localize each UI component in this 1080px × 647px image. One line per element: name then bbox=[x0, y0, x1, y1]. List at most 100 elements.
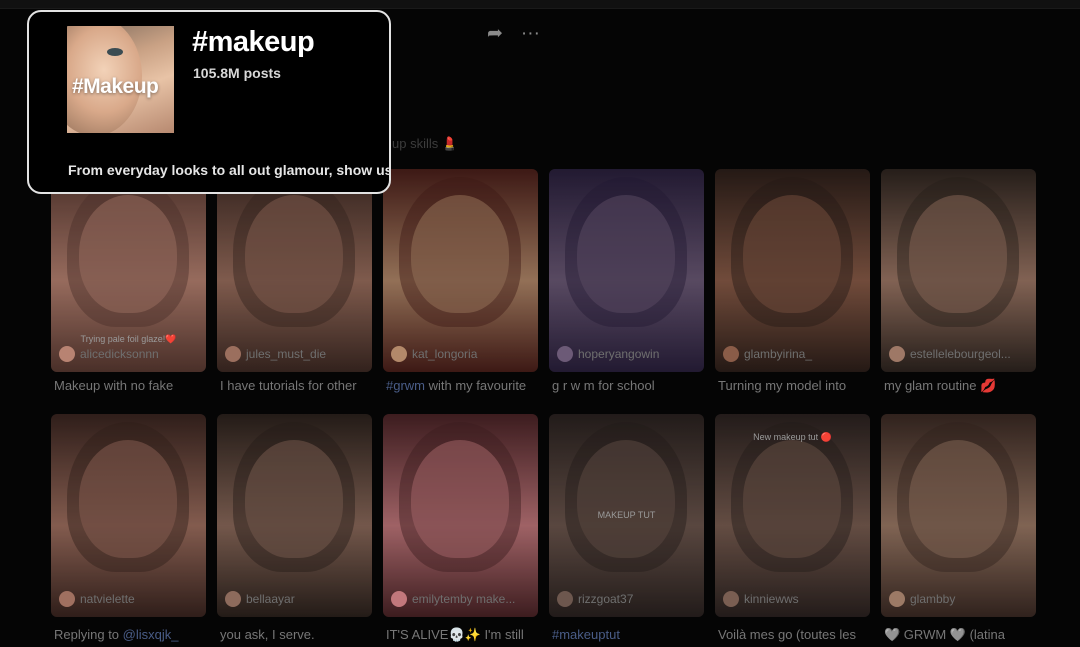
video-item[interactable]: glambyirina_ Turning my model into bbox=[715, 169, 870, 417]
video-item[interactable]: jules_must_die I have tutorials for other bbox=[217, 169, 372, 417]
author-avatar bbox=[557, 591, 573, 607]
thumbnail-dim-overlay bbox=[383, 169, 538, 372]
video-caption[interactable]: you ask, I serve. bbox=[220, 627, 375, 642]
hashtag-description: From everyday looks to all out glamour, … bbox=[68, 162, 391, 178]
video-author[interactable]: emilytemby make... bbox=[391, 591, 515, 607]
caption-text: Voilà mes go (toutes les bbox=[718, 627, 857, 642]
video-item[interactable]: MAKEUP TUT rizzgoat37 #makeuptut bbox=[549, 414, 707, 647]
author-avatar bbox=[391, 591, 407, 607]
author-avatar bbox=[225, 346, 241, 362]
hashtag-preview-card[interactable]: #Makeup #makeup 105.8M posts From everyd… bbox=[27, 10, 391, 194]
video-item[interactable]: natvielette Replying to @lisxqjk_ bbox=[51, 414, 209, 647]
author-avatar bbox=[59, 346, 75, 362]
video-author[interactable]: natvielette bbox=[59, 591, 135, 607]
video-author[interactable]: bellaayar bbox=[225, 591, 295, 607]
thumbnail-dim-overlay bbox=[217, 169, 372, 372]
video-caption[interactable]: Replying to @lisxqjk_ bbox=[54, 627, 209, 642]
share-icon[interactable]: ➦ bbox=[487, 24, 503, 44]
thumbnail-dim-overlay bbox=[549, 169, 704, 372]
author-avatar bbox=[59, 591, 75, 607]
caption-text: Turning my model into bbox=[718, 378, 847, 393]
video-author[interactable]: alicedicksonnn bbox=[59, 346, 159, 362]
video-author[interactable]: glambyirina_ bbox=[723, 346, 812, 362]
author-avatar bbox=[225, 591, 241, 607]
video-author[interactable]: jules_must_die bbox=[225, 346, 326, 362]
caption-text: Makeup with no fake bbox=[54, 378, 174, 393]
video-thumbnail[interactable]: Trying pale foil glaze!❤️ alicedicksonnn bbox=[51, 169, 206, 372]
video-thumbnail[interactable]: hoperyangowin bbox=[549, 169, 704, 372]
video-caption[interactable]: 🩶 GRWM 🩶 (latina bbox=[884, 627, 1039, 643]
video-item[interactable]: glambby 🩶 GRWM 🩶 (latina bbox=[881, 414, 1039, 647]
video-overlay-text: Trying pale foil glaze!❤️ bbox=[80, 334, 177, 344]
video-overlay-text: MAKEUP TUT bbox=[597, 510, 656, 520]
video-caption[interactable]: I have tutorials for other bbox=[220, 378, 375, 393]
video-caption[interactable]: #makeuptut bbox=[552, 627, 707, 642]
video-caption[interactable]: Voilà mes go (toutes les bbox=[718, 627, 873, 642]
video-author[interactable]: kat_longoria bbox=[391, 346, 477, 362]
video-author[interactable]: hoperyangowin bbox=[557, 346, 659, 362]
video-thumbnail[interactable]: MAKEUP TUT rizzgoat37 bbox=[549, 414, 704, 617]
video-author[interactable]: glambby bbox=[889, 591, 955, 607]
video-thumbnail[interactable]: bellaayar bbox=[217, 414, 372, 617]
thumbnail-dim-overlay bbox=[881, 169, 1036, 372]
author-name: glambby bbox=[910, 592, 956, 606]
author-avatar bbox=[723, 591, 739, 607]
author-avatar bbox=[889, 591, 905, 607]
video-author[interactable]: estellelebourgeol... bbox=[889, 346, 1011, 362]
video-item[interactable]: Trying pale foil glaze!❤️ alicedicksonnn M… bbox=[51, 169, 206, 417]
top-bar bbox=[0, 0, 1080, 9]
caption-hashtag[interactable]: #grwm bbox=[386, 378, 425, 393]
author-name: jules_must_die bbox=[246, 347, 327, 361]
post-count: 105.8M posts bbox=[193, 65, 281, 81]
hashtag-cover-image: #Makeup bbox=[67, 26, 174, 133]
caption-text: Replying to bbox=[54, 627, 123, 642]
more-options-icon[interactable]: ··· bbox=[521, 24, 540, 44]
video-caption[interactable]: Makeup with no fake bbox=[54, 378, 209, 393]
author-name: glambyirina_ bbox=[744, 347, 813, 361]
caption-text: with my favourite bbox=[425, 378, 527, 393]
video-thumbnail[interactable]: New makeup tut 🔴 kinniewws bbox=[715, 414, 870, 617]
hashtag-description-faded: up skills 💄 bbox=[392, 136, 459, 151]
video-item[interactable]: hoperyangowin g r w m for school bbox=[549, 169, 704, 417]
author-name: hoperyangowin bbox=[578, 347, 660, 361]
video-author[interactable]: kinniewws bbox=[723, 591, 799, 607]
thumbnail-dim-overlay bbox=[51, 414, 206, 617]
video-caption[interactable]: my glam routine 💋 bbox=[884, 378, 1039, 394]
video-item[interactable]: New makeup tut 🔴 kinniewws Voilà mes go (t… bbox=[715, 414, 873, 647]
video-thumbnail[interactable]: glambyirina_ bbox=[715, 169, 870, 372]
caption-hashtag[interactable]: #makeuptut bbox=[552, 627, 620, 642]
caption-text: 🩶 GRWM 🩶 (latina bbox=[884, 627, 1005, 642]
video-item[interactable]: kat_longoria #grwm with my favourite bbox=[383, 169, 538, 417]
author-name: estellelebourgeol... bbox=[910, 347, 1011, 361]
video-item[interactable]: estellelebourgeol... my glam routine 💋 bbox=[881, 169, 1036, 417]
video-thumbnail[interactable]: emilytemby make... bbox=[383, 414, 538, 617]
caption-text: I have tutorials for other bbox=[220, 378, 357, 393]
author-name: alicedicksonnn bbox=[80, 347, 159, 361]
video-thumbnail[interactable]: glambby bbox=[881, 414, 1036, 617]
author-name: kat_longoria bbox=[412, 347, 478, 361]
video-thumbnail[interactable]: estellelebourgeol... bbox=[881, 169, 1036, 372]
thumbnail-dim-overlay bbox=[715, 414, 870, 617]
author-name: emilytemby make... bbox=[412, 592, 516, 606]
author-name: bellaayar bbox=[246, 592, 295, 606]
caption-text: my glam routine 💋 bbox=[884, 378, 997, 393]
video-author[interactable]: rizzgoat37 bbox=[557, 591, 633, 607]
caption-mention[interactable]: @lisxqjk_ bbox=[123, 627, 179, 642]
author-avatar bbox=[391, 346, 407, 362]
video-thumbnail[interactable]: kat_longoria bbox=[383, 169, 538, 372]
video-thumbnail[interactable]: jules_must_die bbox=[217, 169, 372, 372]
video-caption[interactable]: IT'S ALIVE💀✨ I'm still bbox=[386, 627, 541, 643]
video-caption[interactable]: g r w m for school bbox=[552, 378, 707, 393]
video-item[interactable]: bellaayar you ask, I serve. bbox=[217, 414, 375, 647]
cover-eye-shape bbox=[107, 48, 123, 56]
thumbnail-dim-overlay bbox=[217, 414, 372, 617]
video-caption[interactable]: Turning my model into bbox=[718, 378, 873, 393]
video-caption[interactable]: #grwm with my favourite bbox=[386, 378, 541, 393]
video-thumbnail[interactable]: natvielette bbox=[51, 414, 206, 617]
caption-text: you ask, I serve. bbox=[220, 627, 315, 642]
thumbnail-dim-overlay bbox=[383, 414, 538, 617]
video-item[interactable]: emilytemby make... IT'S ALIVE💀✨ I'm still bbox=[383, 414, 541, 647]
author-avatar bbox=[889, 346, 905, 362]
author-name: natvielette bbox=[80, 592, 135, 606]
author-name: rizzgoat37 bbox=[578, 592, 634, 606]
